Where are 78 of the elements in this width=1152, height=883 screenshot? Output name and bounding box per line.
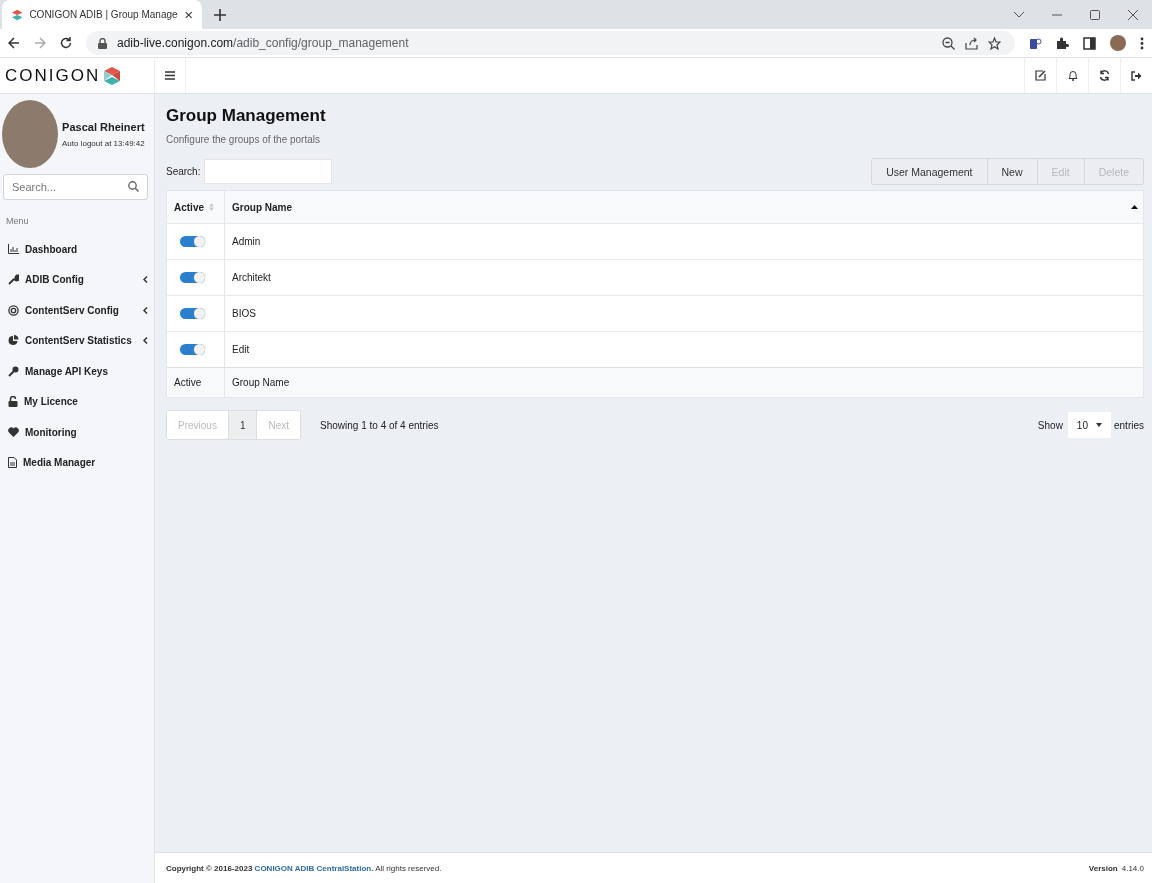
toggle-switch[interactable] — [180, 236, 205, 247]
search-field[interactable] — [204, 159, 333, 184]
table-cell: Admin — [232, 236, 261, 247]
sidebar-item[interactable]: ContentServ Statistics — [0, 325, 154, 356]
page-subtitle: Configure the groups of the portals — [166, 134, 321, 145]
refresh-icon[interactable] — [1099, 70, 1110, 81]
page-size-select[interactable]: 10 — [1067, 412, 1111, 438]
reload-icon[interactable] — [60, 37, 72, 49]
unlock-icon — [8, 396, 18, 408]
toggle-switch[interactable] — [180, 272, 205, 283]
sidebar-item[interactable]: Manage API Keys — [0, 356, 154, 387]
copyright-text: Copyright © 2016-2023 CONIGON ADIB CentralStation. All rights reserved. — [166, 863, 442, 873]
logo-icon — [12, 7, 23, 22]
sidebar-item[interactable]: Monitoring — [0, 417, 154, 448]
back-icon[interactable] — [8, 37, 20, 49]
page-title: Group Management — [166, 106, 327, 126]
sidebar-item[interactable]: My Licence — [0, 386, 154, 417]
table-cell: BIOS — [232, 308, 256, 319]
caret-icon — [1096, 423, 1102, 427]
chevron-down-icon[interactable] — [1014, 11, 1024, 18]
user-name: Pascal Rheinert — [62, 120, 145, 133]
column-header[interactable]: Active — [174, 201, 204, 213]
logo-icon — [104, 66, 121, 85]
close-icon[interactable] — [1128, 9, 1138, 20]
address-bar[interactable]: adib-live.conigon.com/adib_config/group_management — [86, 31, 1015, 55]
version-label: Version — [1088, 863, 1118, 873]
new-tab-icon[interactable] — [214, 8, 226, 21]
entries-label: entries — [1114, 419, 1144, 431]
toolbar-button[interactable]: User Management — [872, 159, 987, 184]
sidebar-item[interactable]: Dashboard — [0, 234, 154, 265]
heartbeat-icon — [8, 427, 19, 438]
sidebar-search-field[interactable]: Search... — [3, 174, 148, 200]
menu-heading: Menu — [5, 215, 30, 228]
maximize-icon[interactable] — [1090, 9, 1100, 20]
column-header[interactable]: Group Name — [232, 201, 292, 213]
browser-tab[interactable]: CONIGON ADIB | Group Manage — [2, 0, 202, 29]
footer-link[interactable]: CONIGON ADIB CentralStation. — [254, 863, 374, 873]
bell-icon[interactable] — [1067, 70, 1078, 81]
show-label: Show — [1037, 419, 1063, 431]
toolbar-button[interactable]: New — [986, 159, 1037, 184]
toggle-switch[interactable] — [180, 344, 205, 355]
toggle-switch[interactable] — [180, 308, 205, 319]
share-icon[interactable] — [965, 36, 978, 50]
pie-chart-icon — [8, 335, 19, 347]
entries-info: Showing 1 to 4 of 4 entries — [320, 419, 439, 431]
key-icon — [8, 365, 19, 377]
sidebar-item[interactable]: Media Manager — [0, 447, 154, 478]
tab-title: CONIGON ADIB | Group Manage — [29, 9, 178, 20]
page-button[interactable]: 1 — [227, 411, 257, 439]
version-number: 4.14.0 — [1121, 863, 1144, 873]
star-icon[interactable] — [988, 36, 1001, 50]
wrench-icon — [8, 274, 19, 286]
chart-icon — [8, 244, 19, 255]
sort-ascending-icon[interactable] — [1131, 205, 1138, 209]
auto-logout-text: Auto logout at 13:49:42 — [62, 138, 145, 148]
edit-icon[interactable] — [1035, 70, 1046, 81]
url-text: adib-live.conigon.com/adib_config/group_management — [117, 36, 409, 50]
more-icon[interactable] — [1140, 36, 1144, 50]
profile-avatar[interactable] — [1110, 35, 1126, 51]
puzzle-icon[interactable] — [1056, 36, 1069, 50]
sidebar-item[interactable]: ADIB Config — [0, 264, 154, 295]
sidebar-item[interactable]: ContentServ Config — [0, 295, 154, 326]
target-icon — [8, 304, 19, 316]
table-cell: Edit — [232, 344, 250, 355]
logout-icon[interactable] — [1131, 70, 1142, 81]
side-panel-icon[interactable] — [1083, 36, 1096, 50]
column-footer: Active — [174, 377, 202, 388]
search-icon[interactable] — [128, 181, 139, 192]
close-icon[interactable] — [184, 9, 192, 20]
zoom-icon[interactable] — [942, 36, 955, 50]
logo-text: CONIGON — [5, 65, 101, 86]
column-footer: Group Name — [232, 377, 290, 388]
menu-icon[interactable] — [165, 71, 175, 80]
file-icon — [8, 457, 17, 469]
search-label: Search: — [166, 166, 201, 177]
lock-icon — [98, 37, 107, 49]
table-cell: Architekt — [232, 272, 271, 283]
extension-icon[interactable] — [1029, 36, 1042, 50]
